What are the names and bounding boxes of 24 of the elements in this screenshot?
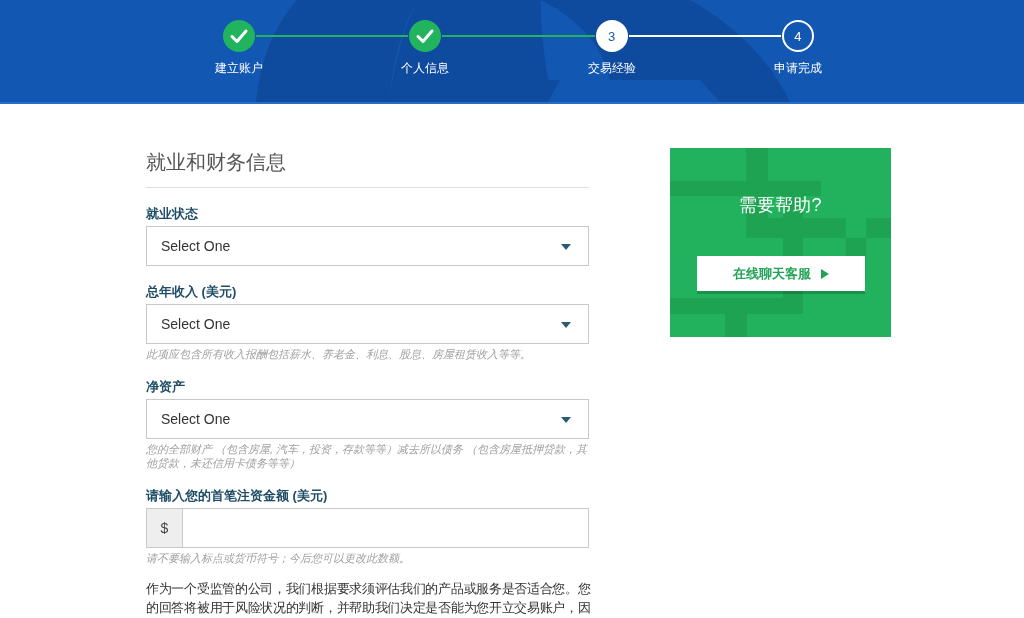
dropdown[interactable]: Select One [146, 399, 589, 439]
dropdown[interactable]: Select One [146, 226, 589, 266]
field-label: 总年收入 (美元) [146, 284, 238, 300]
field-hint: 请不要输入标点或货币符号；今后您可以更改此数额。 [146, 551, 411, 565]
dropdown[interactable]: Select One [146, 304, 589, 344]
currency-prefix: $ [146, 508, 182, 548]
disclosure-paragraph: 作为一个受监管的公司，我们根据要求须评估我们的产品或服务是否适合您。您的回答将被用于风险状况的判断，并帮助我们决定是否能为您开立交易账户，因 [146, 580, 592, 617]
caret-icon [561, 244, 571, 250]
field-label: 就业状态 [146, 206, 199, 222]
amount-input-field[interactable] [182, 508, 589, 548]
step-number: 4 [781, 20, 814, 52]
play-icon [820, 268, 829, 279]
field-label: 净资产 [146, 379, 186, 395]
caret-icon [561, 417, 571, 423]
help-title: 需要帮助? [739, 194, 822, 216]
step-label: 建立账户 [215, 60, 264, 76]
caret-icon [561, 322, 571, 328]
step-label: 个人信息 [401, 60, 450, 76]
field-label: 请输入您的首笔注资金额 (美元) [146, 488, 329, 504]
step-label: 申请完成 [773, 60, 822, 76]
section-title: 就业和财务信息 [146, 150, 589, 188]
step-label: 交易经验 [587, 60, 636, 76]
field-hint: 此项应包含所有收入报酬包括薪水、养老金、利息、股息、房屋租赁收入等等。 [146, 347, 532, 361]
field-hint: 您的全部财产 （包含房屋, 汽车，投资，存款等等）减去所以债务 （包含房屋抵押贷款，其他贷款，未还信用卡债务等等） [146, 442, 589, 470]
